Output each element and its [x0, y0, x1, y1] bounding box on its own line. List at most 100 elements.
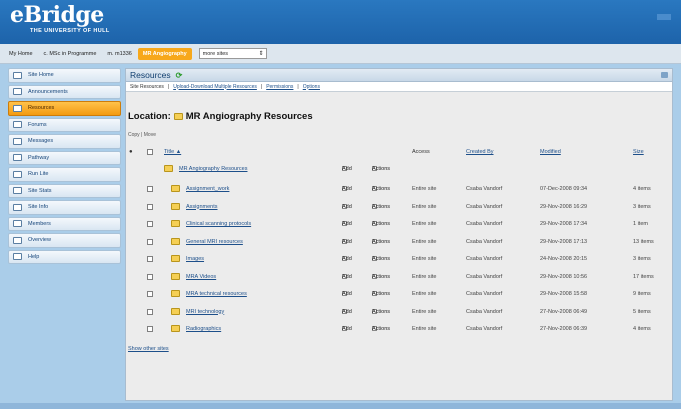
- row-checkbox[interactable]: [147, 186, 153, 192]
- folder-icon: [171, 272, 180, 280]
- resource-title[interactable]: Assignments: [186, 204, 218, 210]
- refresh-icon[interactable]: ⟳: [176, 71, 183, 80]
- resource-row: Assignment_work Add Actions Entire site Csab…: [126, 183, 674, 196]
- toolbar-link[interactable]: Site Resources: [130, 84, 164, 90]
- site-tab[interactable]: c. MSc in Programme: [39, 48, 102, 60]
- status-strip: [0, 403, 681, 409]
- col-created-by[interactable]: Created By: [466, 149, 494, 155]
- row-checkbox[interactable]: [147, 256, 153, 262]
- location-line: Location: MR Angiography Resources: [128, 111, 313, 122]
- row-checkbox[interactable]: [147, 238, 153, 245]
- created-by-value: Csaba Vandorf: [466, 221, 503, 227]
- sidebar-item-label: Overview: [28, 237, 51, 244]
- home-icon: [13, 71, 22, 79]
- sidebar-item[interactable]: Help: [8, 249, 121, 264]
- sidebar-item[interactable]: Pathway: [8, 150, 121, 165]
- folder-icon: [164, 165, 173, 172]
- col-modified[interactable]: Modified: [540, 149, 561, 155]
- row-checkbox[interactable]: [147, 203, 153, 210]
- toolbar-link[interactable]: Permissions: [266, 84, 293, 90]
- toolbar-link[interactable]: Options: [303, 84, 320, 90]
- sidebar-item[interactable]: Forums: [8, 117, 121, 132]
- sidebar-item[interactable]: Members: [8, 216, 121, 231]
- more-sites-select[interactable]: more sites ⇕: [198, 48, 267, 59]
- dropdown-arrow-icon: ⇕: [258, 51, 264, 57]
- megaphone-icon: [13, 88, 22, 96]
- separator: |: [260, 83, 263, 90]
- access-value: Entire site: [412, 203, 437, 210]
- site-tab[interactable]: m. m1336: [102, 48, 136, 60]
- row-checkbox[interactable]: [147, 273, 153, 280]
- sidebar-item-label: Site Info: [28, 204, 49, 211]
- sidebar-item[interactable]: Overview: [8, 233, 121, 248]
- sidebar-item-label: Site Home: [28, 72, 54, 79]
- folder-icon: [171, 185, 180, 192]
- access-value: Entire site: [412, 256, 437, 262]
- row-checkbox[interactable]: [147, 221, 153, 227]
- sidebar-item[interactable]: Site Home: [8, 68, 121, 83]
- created-by-value: Csaba Vandorf: [466, 273, 503, 280]
- run-icon: [13, 170, 22, 178]
- forum-icon: [13, 121, 22, 129]
- modified-value: 29-Nov-2008 10:56: [540, 273, 588, 280]
- sidebar-item[interactable]: Site Stats: [8, 183, 121, 198]
- root-folder-title[interactable]: MR Angiography Resources: [179, 166, 247, 172]
- header-widget[interactable]: [657, 14, 671, 20]
- resource-title[interactable]: MRA technical resources: [186, 291, 247, 297]
- size-value: 5 items: [633, 308, 651, 315]
- created-by-value: Csaba Vandorf: [466, 238, 503, 245]
- ebridge-logo[interactable]: eBridge: [10, 4, 104, 26]
- size-value: 4 items: [633, 326, 651, 332]
- resource-row: MRA Videos Add Actions Entire site Csaba Van…: [126, 271, 674, 284]
- folder-icon: [171, 325, 180, 332]
- help-icon: [13, 253, 22, 261]
- resource-title[interactable]: Assignment_work: [186, 186, 229, 192]
- table-header: ● Title ▲ Access Created By Modified Siz…: [126, 148, 674, 158]
- sidebar-item[interactable]: Announcements: [8, 84, 121, 99]
- size-value: 3 items: [633, 203, 651, 210]
- sidebar-item-label: Pathway: [28, 154, 50, 161]
- show-other-sites-link[interactable]: Show other sites: [128, 346, 169, 352]
- col-size[interactable]: Size: [633, 149, 644, 155]
- resource-title[interactable]: General MRI resources: [186, 239, 243, 245]
- site-tab[interactable]: My Home: [4, 48, 38, 60]
- minimize-icon[interactable]: [661, 72, 668, 78]
- col-title[interactable]: Title ▲: [164, 149, 181, 155]
- resource-title[interactable]: Radiographics: [186, 326, 221, 332]
- modified-value: 29-Nov-2008 17:34: [540, 221, 588, 227]
- modified-value: 24-Nov-2008 20:15: [540, 256, 588, 262]
- size-value: 1 item: [633, 221, 648, 227]
- resource-row: Clinical scanning protocols Add Actions Ent…: [126, 218, 674, 231]
- select-all-checkbox[interactable]: [147, 149, 153, 155]
- size-value: 13 items: [633, 238, 654, 245]
- row-checkbox[interactable]: [147, 326, 153, 332]
- modified-value: 29-Nov-2008 16:29: [540, 203, 588, 210]
- sidebar-item[interactable]: Resources: [8, 101, 121, 116]
- resource-row: Images Add Actions Entire site Csaba Vandorf…: [126, 253, 674, 266]
- copy-move-links[interactable]: Copy | Move: [128, 132, 156, 138]
- location-label: Location:: [128, 111, 171, 122]
- row-checkbox[interactable]: [147, 308, 153, 315]
- site-tab[interactable]: MR Angiography: [137, 47, 192, 60]
- sidebar-item-label: Announcements: [28, 88, 68, 95]
- size-value: 3 items: [633, 256, 651, 262]
- sidebar-item[interactable]: Site Info: [8, 200, 121, 215]
- sidebar-item-label: Run Lite: [28, 171, 49, 178]
- sidebar-item[interactable]: Messages: [8, 134, 121, 149]
- resource-title[interactable]: MRA Videos: [186, 274, 216, 280]
- size-value: 17 items: [633, 273, 654, 280]
- sidebar-item[interactable]: Run Lite: [8, 167, 121, 182]
- row-checkbox[interactable]: [147, 291, 153, 297]
- resource-title[interactable]: MRI technology: [186, 309, 224, 315]
- toolbar-link[interactable]: Upload-Download Multiple Resources: [173, 84, 257, 90]
- col-access: Access: [412, 149, 430, 155]
- resource-row: MRA technical resources Add Actions Entire …: [126, 288, 674, 301]
- site-tabs-bar: My Home c. MSc in Programme m. m1336 MR Ang…: [0, 44, 681, 64]
- expand-all-icon[interactable]: ●: [129, 149, 133, 155]
- created-by-value: Csaba Vandorf: [466, 186, 503, 192]
- resource-title[interactable]: Images: [186, 256, 204, 262]
- mail-icon: [13, 137, 22, 145]
- resource-title[interactable]: Clinical scanning protocols: [186, 221, 251, 227]
- separator: |: [297, 83, 299, 90]
- sidebar-item-label: Site Stats: [28, 187, 52, 194]
